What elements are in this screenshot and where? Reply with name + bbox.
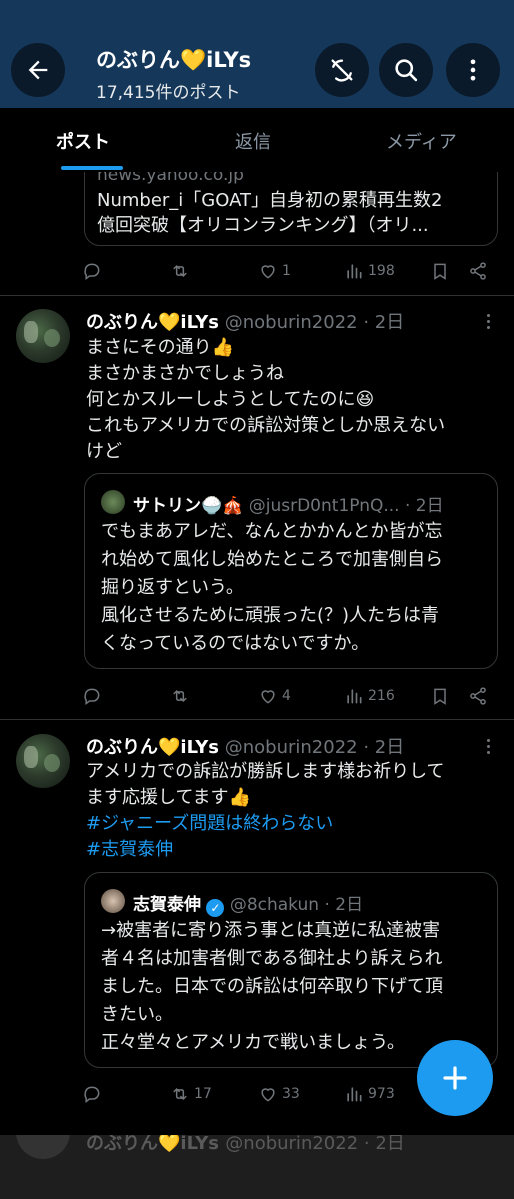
views-button[interactable]: 216: [344, 681, 395, 711]
hashtag-link[interactable]: #ジャニーズ問題は終わらない: [86, 811, 445, 837]
heart-icon: [261, 1088, 275, 1102]
avatar[interactable]: [16, 734, 70, 788]
post-line: これもアメリカでの訴訟対策としか思えない: [86, 415, 446, 436]
like-count: 1: [282, 263, 291, 279]
bookmark-icon: [434, 688, 446, 705]
quoted-avatar: [101, 490, 125, 514]
link-card[interactable]: news.yahoo.co.jp Number_i「GOAT」自身初の累積再生数…: [84, 172, 498, 246]
like-count: 33: [282, 1086, 300, 1102]
reply-button[interactable]: [82, 681, 102, 711]
avatar[interactable]: [16, 309, 70, 363]
tab-posts[interactable]: ポスト: [56, 128, 110, 154]
plus-icon: [443, 1066, 467, 1090]
post-actions: 4 216: [82, 681, 492, 711]
like-count: 4: [282, 688, 291, 704]
post-line: アメリカでの訴訟が勝訴します様お祈りして: [86, 761, 445, 782]
repost-icon: [173, 264, 187, 278]
reply-button[interactable]: [82, 256, 102, 286]
quoted-post[interactable]: 志賀泰伸 ✓ @8chakun · 2日 →被害者に寄り添う事とは真逆に私達被害…: [84, 872, 498, 1068]
bookmark-button[interactable]: [430, 681, 450, 711]
active-tab-indicator: [61, 166, 123, 170]
repost-count: 17: [194, 1086, 212, 1102]
next-post-author: のぶりん💛iLYs @noburin2022 · 2日: [86, 1135, 405, 1154]
post-feed[interactable]: news.yahoo.co.jp Number_i「GOAT」自身初の累積再生数…: [0, 172, 514, 1135]
like-button[interactable]: 1: [258, 256, 291, 286]
post-divider: [0, 719, 514, 720]
quoted-author: サトリン🍚🎪 @jusrD0nt1PnQ... · 2日: [133, 496, 444, 516]
verified-badge-icon: ✓: [206, 899, 225, 917]
post-text: まさにその通り👍 まさかまさかでしょうね 何とかスルーしようとしてたのに😆 これ…: [86, 335, 445, 465]
post-more-button[interactable]: [478, 311, 498, 331]
bar-chart-icon: [347, 1087, 362, 1102]
view-count: 973: [368, 1086, 395, 1102]
post-divider: [0, 295, 514, 296]
share-button[interactable]: [468, 681, 488, 711]
post-author[interactable]: のぶりん💛iLYs @noburin2022 · 2日: [86, 733, 404, 759]
profile-tabs: ポスト 返信 メディア: [0, 108, 514, 172]
reply-button[interactable]: [82, 1079, 102, 1109]
repost-button[interactable]: 17: [170, 1079, 212, 1109]
post-actions: 1 198: [82, 256, 492, 286]
bar-chart-icon: [347, 264, 362, 279]
like-button[interactable]: 4: [258, 681, 291, 711]
search-button[interactable]: [379, 43, 433, 97]
link-title-line: Number_i「GOAT」自身初の累積再生数2: [97, 190, 443, 211]
heart-icon: [261, 265, 275, 279]
share-button[interactable]: [468, 256, 488, 286]
sync-off-icon: [331, 59, 353, 82]
avatar: [16, 1135, 70, 1159]
quoted-author: 志賀泰伸 ✓ @8chakun · 2日: [133, 895, 364, 917]
post-line: まさかまさかでしょうね: [86, 363, 284, 384]
quoted-text: →被害者に寄り添う事とは真逆に私達被害 者４名は加害者側である御社より訴えられ …: [101, 920, 443, 1053]
share-icon: [470, 262, 486, 280]
like-button[interactable]: 33: [258, 1079, 300, 1109]
repost-button[interactable]: [170, 681, 190, 711]
tab-media[interactable]: メディア: [386, 128, 457, 154]
author-handle: @noburin2022 · 2日: [224, 312, 405, 333]
heart-icon: [261, 690, 275, 704]
quoted-post[interactable]: サトリン🍚🎪 @jusrD0nt1PnQ... · 2日 でもまあアレだ、なんと…: [84, 473, 498, 669]
view-count: 198: [368, 263, 395, 279]
post-line: 何とかスルーしようとしてたのに😆: [86, 389, 375, 410]
post-count: 17,415件のポスト: [96, 83, 241, 103]
back-arrow-icon: [28, 60, 48, 80]
author-name: のぶりん💛iLYs: [86, 737, 219, 758]
bar-chart-icon: [347, 689, 362, 704]
repost-button[interactable]: [170, 256, 190, 286]
hashtag-link[interactable]: #志賀泰伸: [86, 837, 445, 863]
next-post-peek: のぶりん💛iLYs @noburin2022 · 2日: [0, 1135, 514, 1199]
post-line: まさにその通り👍: [86, 337, 235, 358]
link-title-line: 億回突破【オリコンランキング】（オリ...: [97, 215, 429, 236]
reply-icon: [84, 688, 100, 705]
mute-button[interactable]: [315, 43, 369, 97]
author-handle: @noburin2022 · 2日: [224, 737, 405, 758]
repost-icon: [173, 689, 187, 703]
vertical-dots-icon: [470, 59, 476, 81]
top-bar: のぶりん💛iLYs 17,415件のポスト: [0, 0, 514, 108]
back-button[interactable]: [11, 43, 65, 97]
post-more-button[interactable]: [478, 736, 498, 756]
profile-name: のぶりん💛iLYs: [96, 48, 252, 72]
views-button[interactable]: 973: [344, 1079, 395, 1109]
more-options-button[interactable]: [446, 43, 500, 97]
quoted-text: でもまあアレだ、なんとかかんとか皆が忘 れ始めて風化し始めたところで加害側自ら …: [101, 521, 443, 654]
tab-replies[interactable]: 返信: [235, 128, 271, 154]
author-name: のぶりん💛iLYs: [86, 312, 219, 333]
search-icon: [395, 59, 418, 82]
post-text: アメリカでの訴訟が勝訴します様お祈りして ます応援してます👍 #ジャニーズ問題は…: [86, 759, 445, 863]
post-line: ます応援してます👍: [86, 787, 251, 808]
post-author[interactable]: のぶりん💛iLYs @noburin2022 · 2日: [86, 308, 404, 334]
reply-icon: [84, 263, 100, 280]
share-icon: [470, 687, 486, 705]
bookmark-button[interactable]: [430, 256, 450, 286]
view-count: 216: [368, 688, 395, 704]
reply-icon: [84, 1086, 100, 1103]
compose-post-button[interactable]: [417, 1040, 493, 1116]
views-button[interactable]: 198: [344, 256, 395, 286]
quoted-avatar: [101, 889, 125, 913]
bookmark-icon: [434, 263, 446, 280]
post-line: けど: [86, 441, 122, 462]
repost-icon: [173, 1087, 187, 1101]
link-source: news.yahoo.co.jp: [97, 172, 244, 185]
